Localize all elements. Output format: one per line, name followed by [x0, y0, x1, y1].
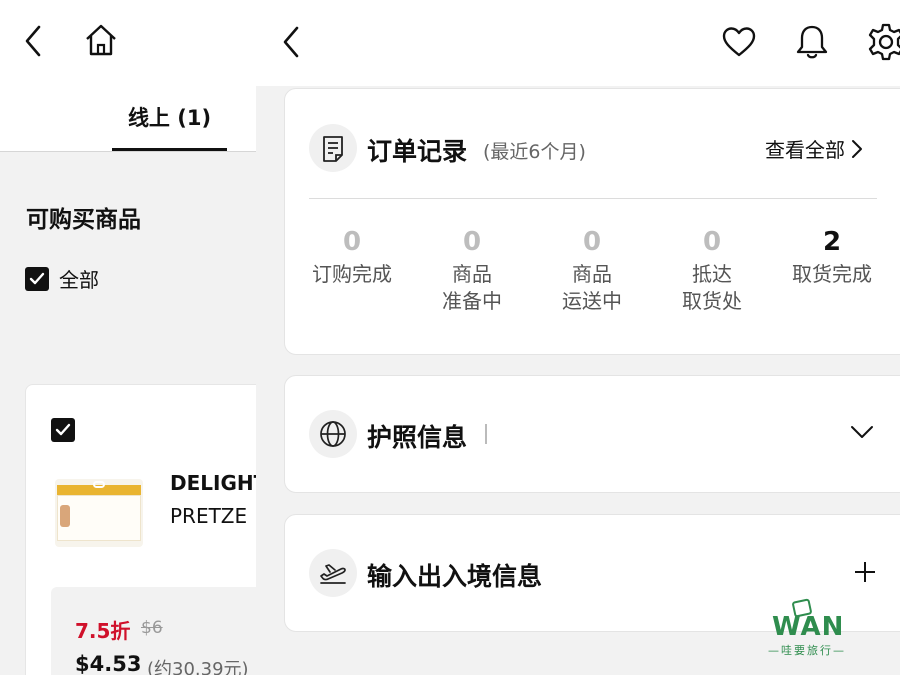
order-status-ordered[interactable]: 0 订购完成 — [292, 227, 412, 288]
status-label: 抵达 取货处 — [682, 262, 742, 313]
order-record-title: 订单记录 — [367, 137, 468, 166]
order-status-preparing[interactable]: 0 商品 准备中 — [412, 227, 532, 315]
status-count: 2 — [822, 227, 842, 257]
product-card: DELIGHT PRETZE 7.5折 $6 $4.53 (约30.39元) — [25, 384, 256, 675]
back-icon[interactable] — [276, 24, 306, 60]
approx-price: (约30.39元) — [147, 659, 249, 675]
order-status-shipping[interactable]: 0 商品 运送中 — [532, 227, 652, 315]
gear-icon[interactable] — [866, 22, 900, 62]
status-label: 订购完成 — [312, 262, 392, 286]
right-topbar — [256, 0, 900, 86]
status-count: 0 — [582, 227, 602, 257]
passport-title: 护照信息 — [367, 423, 468, 452]
back-icon[interactable] — [18, 24, 48, 58]
divider — [309, 198, 877, 199]
globe-icon — [309, 410, 357, 458]
right-panel: 订单记录 (最近6个月) 查看全部 0 订购完成 0 商品 准备中 0 商品 运送中… — [256, 0, 900, 675]
checkmark-icon — [55, 423, 71, 436]
order-record-subtitle: (最近6个月) — [483, 141, 586, 163]
text-cursor — [485, 424, 487, 444]
checkmark-icon — [29, 272, 45, 284]
left-topbar — [0, 0, 256, 86]
watermark-logo: WAN —哇要旅行— — [738, 590, 878, 660]
product-image[interactable] — [55, 479, 143, 547]
status-count: 0 — [342, 227, 362, 257]
tab-online[interactable]: 线上 (1) — [112, 86, 227, 151]
price-box: 7.5折 $6 $4.53 (约30.39元) — [51, 587, 256, 675]
chevron-right-icon — [852, 139, 862, 158]
airplane-icon — [309, 549, 357, 597]
status-label: 商品 准备中 — [442, 262, 502, 313]
product-checkbox[interactable] — [51, 418, 75, 442]
order-status-arrived[interactable]: 0 抵达 取货处 — [652, 227, 772, 315]
select-all-checkbox[interactable] — [25, 266, 49, 291]
left-page: 线上 (1) 可购买商品 全部 DELIGHT PRETZE 7.5折 $6 $… — [0, 0, 256, 675]
original-price: $6 — [141, 618, 163, 638]
view-all-link[interactable]: 查看全部 — [765, 134, 863, 163]
passport-card[interactable]: 护照信息 — [284, 375, 900, 493]
discount-label: 7.5折 — [75, 619, 131, 643]
chevron-down-icon[interactable] — [850, 424, 874, 443]
tab-bar: 线上 (1) — [0, 86, 256, 152]
status-label: 商品 运送中 — [562, 262, 622, 313]
current-price: $4.53 — [75, 652, 142, 675]
order-record-card: 订单记录 (最近6个月) 查看全部 0 订购完成 0 商品 准备中 0 商品 运送中… — [284, 88, 900, 355]
document-icon — [309, 124, 357, 172]
product-name-line1[interactable]: DELIGHT — [170, 471, 256, 495]
status-count: 0 — [462, 227, 482, 257]
section-title: 可购买商品 — [26, 207, 141, 233]
view-all-label: 查看全部 — [765, 138, 845, 162]
product-name-line2[interactable]: PRETZE — [170, 504, 247, 528]
heart-icon[interactable] — [720, 24, 758, 60]
plus-icon[interactable] — [853, 560, 877, 588]
entry-exit-title: 输入出入境信息 — [367, 562, 543, 591]
watermark-subtext: —哇要旅行— — [768, 644, 846, 657]
select-all-row[interactable]: 全部 — [25, 264, 99, 293]
select-all-label: 全部 — [59, 268, 99, 292]
status-label: 取货完成 — [792, 262, 872, 286]
bell-icon[interactable] — [794, 22, 830, 62]
watermark-text: WAN — [772, 612, 845, 642]
home-icon[interactable] — [82, 22, 120, 58]
order-status-picked-up[interactable]: 2 取货完成 — [772, 227, 892, 288]
status-count: 0 — [702, 227, 722, 257]
